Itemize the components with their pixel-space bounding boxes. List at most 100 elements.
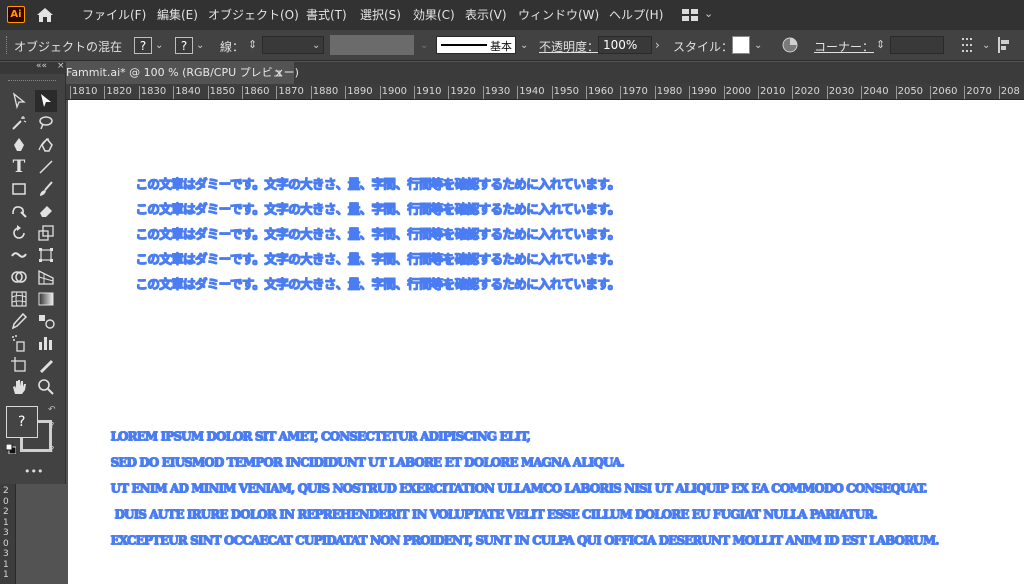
ruler-tick <box>861 86 863 99</box>
menu-object[interactable]: オブジェクト(O) <box>208 6 299 24</box>
stepper-icon[interactable]: ⇕ <box>876 38 885 51</box>
collapse-icon[interactable]: «« <box>36 61 47 71</box>
chevron-down-icon[interactable]: ⌄ <box>704 7 713 20</box>
type-icon[interactable]: T <box>9 157 29 177</box>
default-colors-icon[interactable] <box>5 443 17 455</box>
panel-grip[interactable] <box>8 80 56 83</box>
eraser-icon[interactable] <box>36 201 56 221</box>
ruler-tick <box>482 86 484 99</box>
jp-text-line[interactable]: この文章はダミーです。文字の大きさ、量、字間、行間等を確認するために入れています… <box>135 273 620 292</box>
stepper-icon[interactable]: ⇕ <box>248 38 257 51</box>
corner-input[interactable] <box>890 36 944 54</box>
color-mode-q: ? <box>50 445 55 454</box>
vertical-ruler-label: 0 <box>3 496 9 507</box>
en-text-line[interactable]: UT ENIM AD MINIM VENIAM, QUIS NOSTRUD EX… <box>110 481 927 495</box>
menu-type[interactable]: 書式(T) <box>306 6 347 24</box>
shape-builder-icon[interactable] <box>9 267 29 287</box>
en-text-line[interactable]: LOREM IPSUM DOLOR SIT AMET, CONSECTETUR … <box>110 429 530 443</box>
workspace-icon[interactable] <box>682 9 698 21</box>
mesh-icon[interactable] <box>9 289 29 309</box>
menu-effect[interactable]: 効果(C) <box>413 6 455 24</box>
free-transform-icon[interactable] <box>36 245 56 265</box>
menu-file[interactable]: ファイル(F) <box>82 6 146 24</box>
fill-swatch[interactable]: ? <box>134 37 152 54</box>
opacity-label[interactable]: 不透明度： <box>539 38 599 55</box>
chevron-down-icon[interactable]: ⌄ <box>312 40 320 51</box>
selection-tool-icon[interactable] <box>35 90 57 112</box>
hand-icon[interactable] <box>9 377 29 397</box>
rectangle-icon[interactable] <box>9 179 29 199</box>
align-left-icon[interactable] <box>998 37 1012 56</box>
en-text-line[interactable]: EXCEPTEUR SINT OCCAECAT CUPIDATAT NON PR… <box>110 533 939 547</box>
ruler-label: 2020 <box>794 86 820 97</box>
shaper-icon[interactable] <box>9 201 29 221</box>
graph-icon[interactable] <box>36 333 56 353</box>
jp-text-line[interactable]: この文章はダミーです。文字の大きさ、量、字間、行間等を確認するために入れています… <box>135 223 620 242</box>
perspective-icon[interactable] <box>36 267 56 287</box>
chevron-down-icon[interactable]: ⌄ <box>196 40 204 51</box>
en-text-line[interactable]: SED DO EIUSMOD TEMPOR INCIDIDUNT UT LABO… <box>110 455 624 469</box>
menu-window[interactable]: ウィンドウ(W) <box>518 6 599 24</box>
variable-width-profile[interactable] <box>330 35 414 55</box>
ruler-tick <box>70 86 71 99</box>
graphic-style-swatch[interactable] <box>732 36 750 54</box>
brush-definition[interactable]: 基本 <box>436 36 516 54</box>
recolor-icon[interactable] <box>782 37 798 56</box>
align-icon[interactable] <box>962 38 980 55</box>
menu-view[interactable]: 表示(V) <box>465 6 507 24</box>
scale-icon[interactable] <box>36 223 56 243</box>
menu-bar <box>0 0 1024 30</box>
menu-help[interactable]: ヘルプ(H) <box>609 6 663 24</box>
rotate-icon[interactable] <box>9 223 29 243</box>
chevron-down-icon[interactable]: ⌄ <box>520 40 528 51</box>
vertical-ruler-label: 2 <box>3 507 9 517</box>
artboard-icon[interactable] <box>9 355 29 375</box>
chevron-right-icon[interactable]: › <box>655 38 660 52</box>
app-logo[interactable]: Ai <box>7 6 25 23</box>
zoom-icon[interactable] <box>36 377 56 397</box>
ruler-label: 1890 <box>347 86 373 97</box>
vertical-ruler-label: 2 <box>3 486 9 496</box>
home-icon[interactable] <box>36 7 54 23</box>
en-text-line[interactable]: DUIS AUTE IRURE DOLOR IN REPREHENDERIT I… <box>114 507 877 521</box>
ruler-label: 1950 <box>553 86 580 97</box>
corner-label[interactable]: コーナー： <box>814 38 874 55</box>
paintbrush-icon[interactable] <box>36 179 56 199</box>
pen-icon[interactable] <box>9 135 29 155</box>
gradient-icon[interactable] <box>36 289 56 309</box>
menu-edit[interactable]: 編集(E) <box>157 6 198 24</box>
lasso-icon[interactable] <box>36 113 56 133</box>
blend-icon[interactable] <box>36 311 56 331</box>
swap-icon[interactable]: ↶ <box>48 405 56 415</box>
puppet-warp-icon[interactable] <box>9 245 29 265</box>
curvature-icon[interactable] <box>36 135 56 155</box>
opacity-input[interactable]: 100% <box>598 36 652 54</box>
more-tools-icon[interactable]: ••• <box>24 465 43 478</box>
chevron-down-icon[interactable]: ⌄ <box>982 40 990 51</box>
chevron-down-icon[interactable]: ⌄ <box>155 40 163 51</box>
document-tab[interactable]: Fammit.ai* @ 100 % (RGB/CPU プレビュー) <box>66 62 299 84</box>
ruler-label: 2030 <box>828 86 855 97</box>
jp-text-line[interactable]: この文章はダミーです。文字の大きさ、量、字間、行間等を確認するために入れています… <box>135 198 620 217</box>
jp-text-line[interactable]: この文章はダミーです。文字の大きさ、量、字間、行間等を確認するために入れています… <box>135 173 620 192</box>
close-icon[interactable]: × <box>57 61 65 71</box>
magic-wand-icon[interactable] <box>9 113 29 133</box>
jp-text-line[interactable]: この文章はダミーです。文字の大きさ、量、字間、行間等を確認するために入れています… <box>135 248 620 267</box>
direct-selection-icon[interactable] <box>9 91 29 111</box>
panel-grip[interactable] <box>6 36 9 54</box>
ruler-label: 1980 <box>656 86 683 97</box>
ruler-tick <box>448 86 450 99</box>
stroke-weight-label: 線： <box>220 40 245 54</box>
ruler-tick <box>310 86 312 99</box>
ruler-tick <box>998 86 1000 99</box>
chevron-down-icon[interactable]: ⌄ <box>420 40 428 51</box>
ruler-label: 1940 <box>519 86 545 97</box>
slice-icon[interactable] <box>36 355 56 375</box>
close-icon[interactable]: × <box>274 62 284 84</box>
stroke-swatch[interactable]: ? <box>175 37 193 54</box>
line-icon[interactable] <box>36 157 56 177</box>
eyedropper-icon[interactable] <box>9 311 29 331</box>
menu-select[interactable]: 選択(S) <box>360 6 401 24</box>
symbol-sprayer-icon[interactable] <box>9 333 29 353</box>
chevron-down-icon[interactable]: ⌄ <box>754 40 762 51</box>
